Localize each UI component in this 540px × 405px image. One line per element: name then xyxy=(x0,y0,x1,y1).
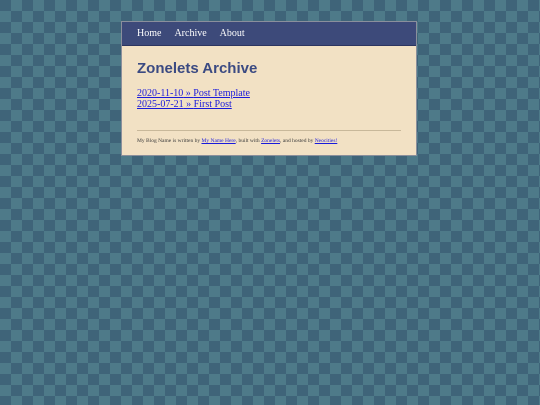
footer: My Blog Name is written by My Name Here,… xyxy=(137,138,337,144)
post-separator: » xyxy=(183,88,194,99)
nav-home-link[interactable]: Home xyxy=(137,28,161,39)
post-link[interactable]: 2020-11-10 » Post Template xyxy=(137,88,250,99)
zonelets-link[interactable]: Zonelets xyxy=(261,138,280,144)
nav-archive-link[interactable]: Archive xyxy=(174,28,206,39)
author-link[interactable]: My Name Here xyxy=(201,138,235,144)
post-title: First Post xyxy=(193,99,232,110)
footer-divider xyxy=(137,130,401,131)
post-list: 2020-11-10 » Post Template 2025-07-21 » … xyxy=(137,88,250,110)
post-date: 2020-11-10 xyxy=(137,88,184,99)
neocities-link[interactable]: Neocities! xyxy=(315,138,338,144)
post-date: 2025-07-21 xyxy=(137,99,184,110)
post-link[interactable]: 2025-07-21 » First Post xyxy=(137,99,250,110)
main-container: Home Archive About Zonelets Archive 2020… xyxy=(121,21,417,156)
post-separator: » xyxy=(183,99,194,110)
footer-prefix: My Blog Name is written by xyxy=(137,138,202,144)
top-nav: Home Archive About xyxy=(122,22,416,46)
post-title: Post Template xyxy=(193,88,250,99)
footer-text-2: , and hosted by xyxy=(280,138,315,144)
nav-about-link[interactable]: About xyxy=(220,28,245,39)
page-title: Zonelets Archive xyxy=(137,60,258,77)
footer-text-1: , built with xyxy=(235,138,262,144)
